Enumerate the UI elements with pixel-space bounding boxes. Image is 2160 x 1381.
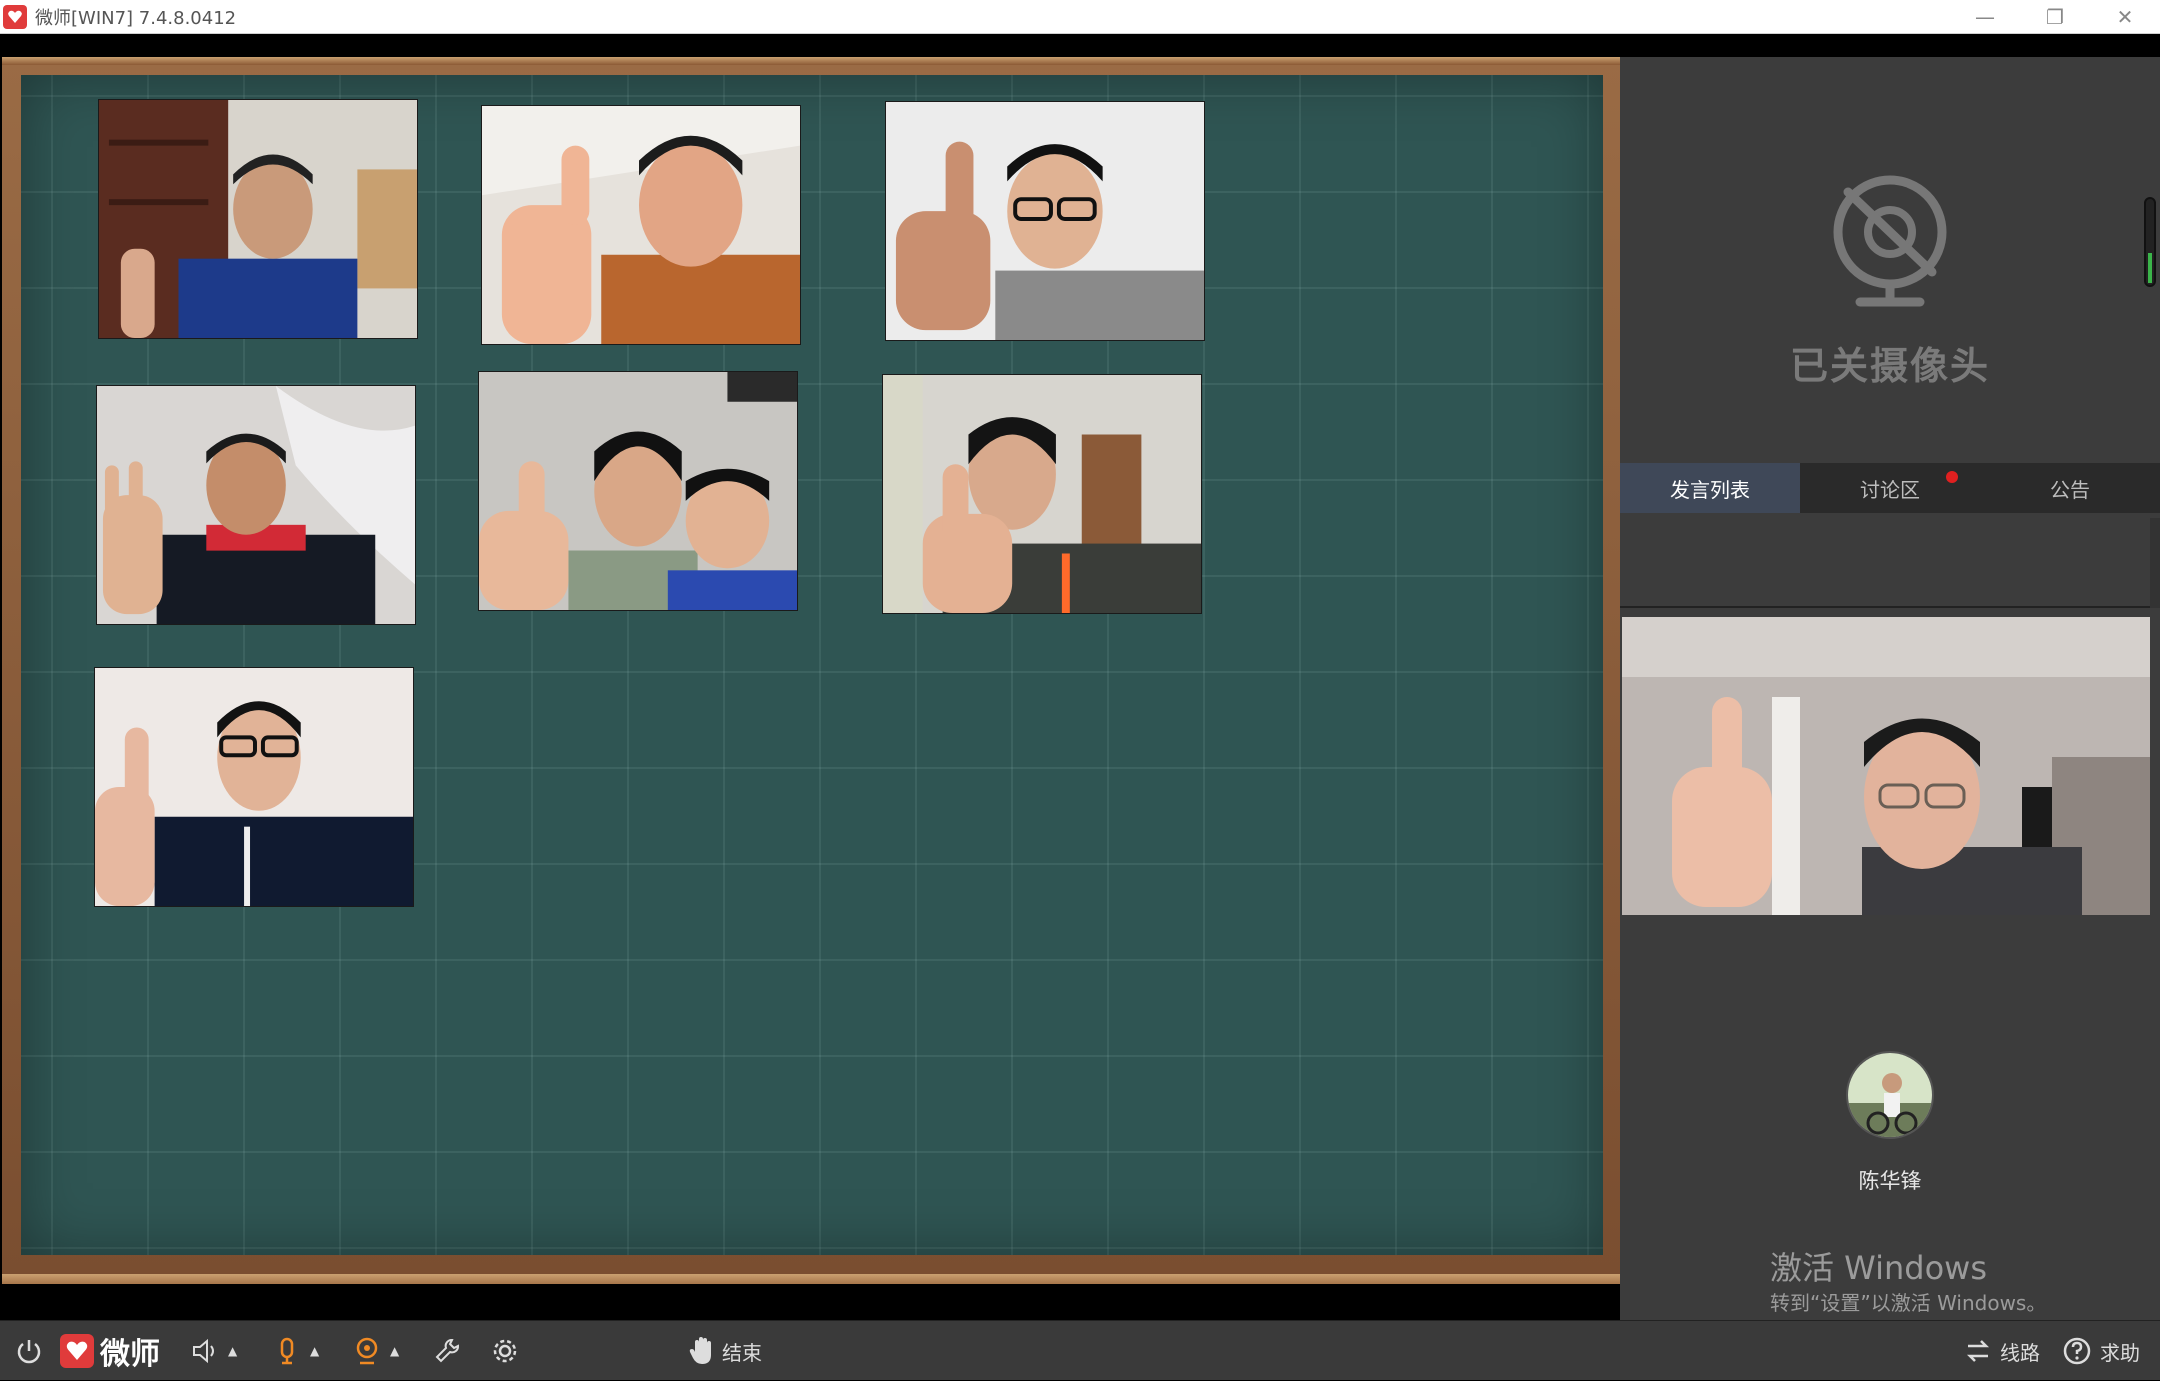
help-icon <box>2063 1337 2091 1365</box>
right-panel: 已关摄像头 发言列表 讨论区 公告 陈华锋 激活 Windows 转到“设置”以… <box>1620 35 2160 1320</box>
chalkboard <box>21 75 1603 1255</box>
restore-icon: ❐ <box>2046 5 2064 29</box>
power-icon <box>17 1340 41 1364</box>
webcam-icon <box>356 1337 378 1365</box>
route-label: 线路 <box>2000 1340 2040 1365</box>
window-title: 微师[WIN7] 7.4.8.0412 <box>35 7 237 29</box>
caret-up-icon[interactable]: ▲ <box>228 1344 237 1358</box>
activate-windows-title: 激活 Windows <box>1770 1249 1988 1287</box>
wrench-icon <box>435 1339 459 1363</box>
power-button[interactable] <box>14 1321 44 1381</box>
tab-label: 讨论区 <box>1860 477 1920 502</box>
student-video-feed <box>886 102 1204 340</box>
student-video-feed <box>99 100 417 338</box>
speaker-list[interactable] <box>1620 518 2150 608</box>
microphone-icon <box>280 1337 294 1365</box>
teacher-video[interactable] <box>1622 617 2150 915</box>
frame-bottom-edge <box>2 1274 1620 1284</box>
close-icon: ✕ <box>2116 5 2134 29</box>
student-video-tile[interactable] <box>96 385 416 625</box>
teacher-avatar[interactable] <box>1846 1051 1934 1139</box>
close-button[interactable]: ✕ <box>2090 0 2160 34</box>
student-video-tile[interactable] <box>882 374 1202 614</box>
student-video-tile[interactable] <box>478 371 798 611</box>
bottom-toolbar: 微师 ▲ ▲ ▲ 结束 线路 求助 <box>0 1320 2160 1380</box>
gear-icon <box>493 1339 517 1363</box>
student-video-feed <box>482 106 800 344</box>
chalkboard-frame <box>2 57 1620 1284</box>
speaker-icon <box>193 1338 214 1364</box>
student-video-feed <box>883 375 1201 613</box>
right-panel-top-strip <box>1620 35 2160 57</box>
camera-off-area: 已关摄像头 <box>1620 57 2160 463</box>
board-bottom-strip <box>0 1284 1620 1320</box>
panel-tabs: 发言列表 讨论区 公告 <box>1620 463 2160 513</box>
caret-up-icon[interactable]: ▲ <box>390 1344 399 1358</box>
switch-route-icon <box>1966 1340 1990 1362</box>
camera-off-text: 已关摄像头 <box>1789 344 1990 388</box>
teacher-video-feed <box>1622 617 2150 915</box>
minimize-button[interactable]: — <box>1950 0 2020 34</box>
route-button[interactable]: 线路 <box>1964 1321 2040 1381</box>
camera-button[interactable]: ▲ <box>352 1321 399 1381</box>
brand: 微师 <box>60 1321 160 1381</box>
help-button[interactable]: 求助 <box>2062 1321 2140 1381</box>
tab-speaker-list[interactable]: 发言列表 <box>1620 463 1800 513</box>
student-video-feed <box>479 372 797 610</box>
student-video-feed <box>97 386 415 624</box>
volume-meter <box>2144 197 2156 287</box>
end-class-button[interactable]: 结束 <box>688 1321 762 1381</box>
tab-announcement[interactable]: 公告 <box>1980 463 2160 513</box>
tab-label: 发言列表 <box>1670 477 1750 502</box>
title-bar: 微师[WIN7] 7.4.8.0412 — ❐ ✕ <box>0 0 2160 34</box>
settings-button[interactable] <box>490 1321 520 1381</box>
help-label: 求助 <box>2100 1340 2140 1365</box>
brand-name: 微师 <box>100 1337 160 1372</box>
teacher-name: 陈华锋 <box>1858 1169 1922 1193</box>
caret-up-icon[interactable]: ▲ <box>310 1344 319 1358</box>
notification-dot <box>1946 471 1958 483</box>
speaker-list-scrollbar[interactable] <box>2150 518 2160 608</box>
tools-button[interactable] <box>432 1321 462 1381</box>
microphone-button[interactable]: ▲ <box>272 1321 319 1381</box>
board-top-strip <box>0 35 1620 57</box>
minimize-icon: — <box>1975 5 1995 29</box>
app-logo-icon <box>3 4 27 29</box>
student-video-tile[interactable] <box>98 99 418 339</box>
camera-off-icon <box>1833 175 1947 307</box>
activate-windows-subtitle: 转到“设置”以激活 Windows。 <box>1770 1291 2047 1315</box>
student-video-tile[interactable] <box>481 105 801 345</box>
student-video-tile[interactable] <box>885 101 1205 341</box>
student-video-feed <box>95 668 413 906</box>
brand-logo-icon <box>60 1334 94 1368</box>
speaker-volume-button[interactable]: ▲ <box>190 1321 237 1381</box>
avatar-image <box>1848 1053 1932 1137</box>
hand-icon <box>689 1337 711 1364</box>
volume-level <box>2148 253 2152 283</box>
restore-button[interactable]: ❐ <box>2020 0 2090 34</box>
tab-label: 公告 <box>2050 477 2090 502</box>
end-class-label: 结束 <box>722 1340 762 1365</box>
student-video-tile[interactable] <box>94 667 414 907</box>
frame-top-edge <box>2 57 1620 65</box>
